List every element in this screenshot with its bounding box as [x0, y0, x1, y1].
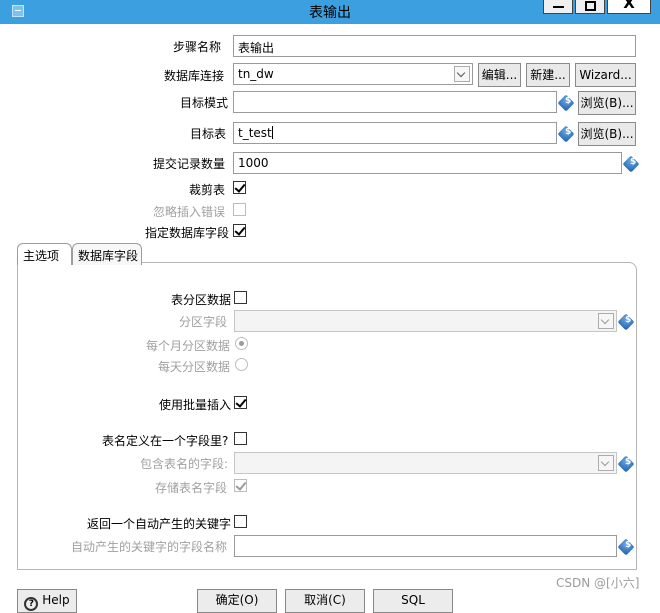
target-schema-input[interactable] — [233, 91, 557, 113]
use-batch-insert-checkbox[interactable] — [234, 396, 247, 409]
close-button[interactable]: X — [607, 0, 651, 14]
cancel-button[interactable]: 取消(C) — [285, 589, 365, 613]
ignore-insert-errors-checkbox[interactable] — [233, 203, 246, 216]
minimize-button[interactable] — [543, 0, 573, 14]
variable-icon — [557, 125, 575, 143]
target-table-input[interactable]: t_test — [233, 122, 557, 144]
partition-data-label: 表分区数据 — [171, 293, 232, 307]
partition-monthly-label: 每个月分区数据 — [146, 339, 231, 353]
window-controls: X — [543, 0, 651, 14]
partition-daily-label: 每天分区数据 — [158, 360, 231, 374]
specify-db-fields-checkbox[interactable] — [233, 224, 246, 237]
tab-main-options[interactable]: 主选项 — [17, 243, 72, 265]
partition-data-checkbox[interactable] — [234, 291, 247, 304]
table-name-in-field-checkbox[interactable] — [234, 432, 247, 445]
dropdown-arrow-icon[interactable] — [598, 313, 614, 329]
partition-field-label: 分区字段 — [179, 315, 228, 329]
text-caret — [271, 126, 273, 139]
title-bar: 表输出 X — [0, 0, 660, 24]
ignore-insert-errors-label: 忽略插入错误 — [153, 205, 226, 219]
auto-key-field-name-input[interactable] — [234, 535, 617, 557]
edit-connection-button[interactable]: 编辑... — [478, 63, 521, 87]
partition-monthly-radio[interactable] — [235, 337, 248, 350]
minimize-icon — [553, 6, 564, 8]
help-icon: ? — [24, 597, 39, 611]
browse-schema-button[interactable]: 浏览(B)... — [578, 91, 636, 115]
store-table-name-field-label: 存储表名字段 — [155, 481, 228, 495]
help-button[interactable]: ? Help — [17, 589, 77, 613]
variable-icon — [557, 94, 575, 112]
field-containing-table-name-label: 包含表名的字段: — [140, 457, 229, 471]
step-name-label: 步骤名称 — [173, 40, 222, 54]
db-connection-label: 数据库连接 — [164, 69, 225, 83]
target-table-label: 目标表 — [190, 127, 227, 141]
target-table-value: t_test — [238, 126, 272, 140]
tab-database-fields[interactable]: 数据库字段 — [72, 243, 142, 265]
watermark: CSDN @[小六] — [556, 576, 640, 590]
maximize-button[interactable] — [575, 0, 605, 14]
return-auto-key-label: 返回一个自动产生的关键字 — [87, 517, 232, 531]
wizard-button[interactable]: Wizard... — [575, 63, 636, 87]
dropdown-arrow-icon[interactable] — [454, 66, 470, 82]
variable-icon — [622, 155, 640, 173]
truncate-table-checkbox[interactable] — [233, 181, 246, 194]
auto-key-field-name-label: 自动产生的关键字的字段名称 — [71, 540, 228, 554]
new-connection-button[interactable]: 新建... — [526, 63, 570, 87]
target-schema-label: 目标模式 — [180, 96, 229, 110]
truncate-table-label: 裁剪表 — [189, 183, 226, 197]
sql-button[interactable]: SQL — [373, 589, 453, 613]
use-batch-insert-label: 使用批量插入 — [159, 398, 232, 412]
db-connection-value: tn_dw — [238, 67, 274, 81]
specify-db-fields-label: 指定数据库字段 — [145, 226, 230, 240]
partition-daily-radio[interactable] — [235, 358, 248, 371]
partition-field-select[interactable] — [234, 310, 617, 332]
table-name-in-field-label: 表名定义在一个字段里? — [102, 434, 229, 448]
step-name-input[interactable]: 表输出 — [233, 35, 636, 57]
maximize-icon — [585, 1, 596, 11]
return-auto-key-checkbox[interactable] — [234, 515, 247, 528]
store-table-name-field-checkbox[interactable] — [234, 479, 247, 492]
ok-button[interactable]: 确定(O) — [197, 589, 277, 613]
help-button-label: Help — [42, 593, 70, 607]
table-name-field-select[interactable] — [234, 452, 617, 474]
close-icon: X — [623, 0, 635, 12]
db-connection-select[interactable]: tn_dw — [233, 63, 473, 85]
commit-size-label: 提交记录数量 — [153, 157, 226, 171]
browse-table-button[interactable]: 浏览(B)... — [578, 122, 636, 146]
commit-size-input[interactable]: 1000 — [233, 152, 622, 174]
dropdown-arrow-icon[interactable] — [598, 455, 614, 471]
